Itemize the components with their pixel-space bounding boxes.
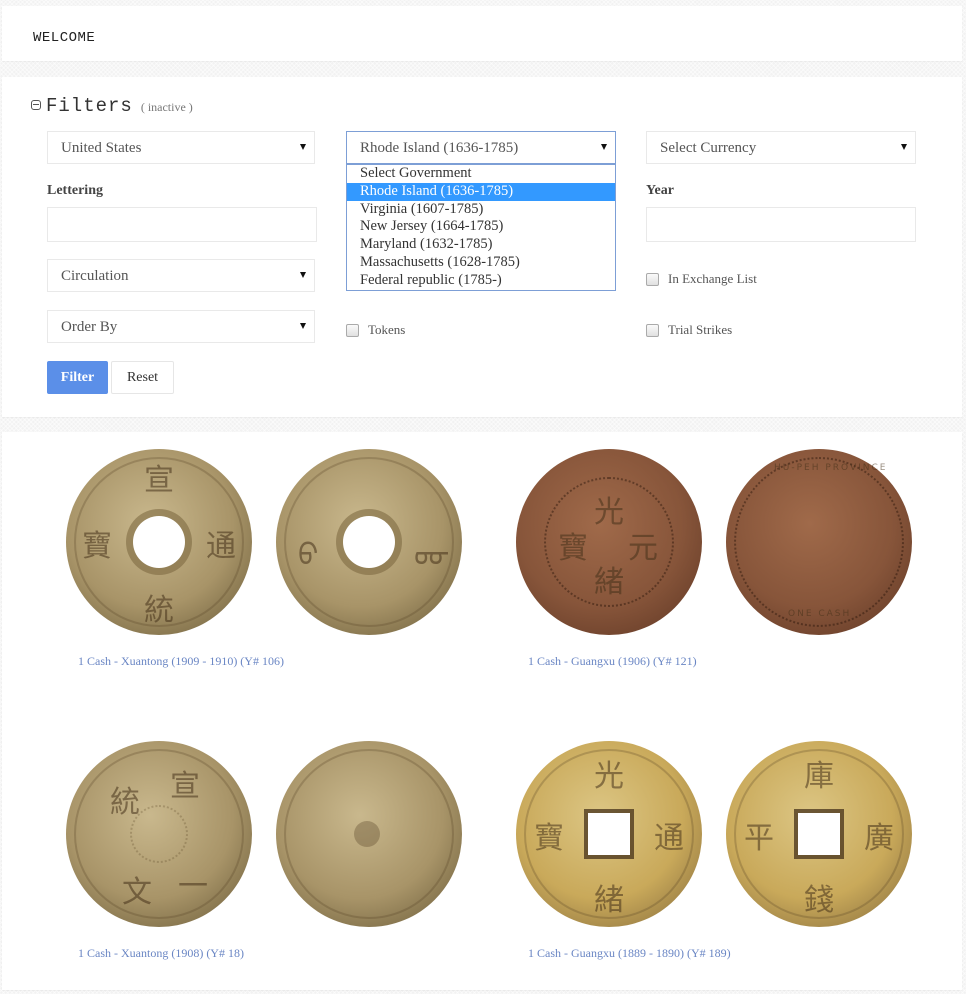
government-option[interactable]: Virginia (1607-1785) xyxy=(347,201,615,219)
filters-title: Filters xyxy=(46,95,133,117)
coin-character: 光 xyxy=(594,495,624,530)
coin-character: 統 xyxy=(110,785,140,820)
coin-title-link[interactable]: 1 Cash - Guangxu (1889 - 1890) (Y# 189) xyxy=(528,946,731,961)
coin-character: 光 xyxy=(594,759,624,794)
chevron-down-icon xyxy=(901,144,907,150)
government-option[interactable]: Massachusetts (1628-1785) xyxy=(347,254,615,272)
coin-character: 通 xyxy=(206,529,236,564)
lettering-input[interactable] xyxy=(47,207,317,242)
coin-obverse-image[interactable]: 宣 一 文 統 xyxy=(66,741,252,927)
coin-character: 文 xyxy=(122,875,152,910)
welcome-text: WELCOME xyxy=(33,30,96,46)
currency-select-value: Select Currency xyxy=(660,140,757,156)
exchange-list-label: In Exchange List xyxy=(668,271,757,286)
exchange-list-checkbox[interactable]: In Exchange List xyxy=(646,271,757,287)
collapse-icon[interactable] xyxy=(31,100,41,110)
circulation-select-value: Circulation xyxy=(61,268,129,284)
coin-card[interactable]: 光 通 緒 寶 庫 廣 錢 平 1 Cash - Guangxu (1889 -… xyxy=(502,724,922,960)
chevron-down-icon xyxy=(601,144,607,150)
year-label: Year xyxy=(646,183,674,198)
coin-obverse-image[interactable]: 光 通 緒 寶 xyxy=(516,741,702,927)
coin-character: 錢 xyxy=(804,883,834,918)
filters-status: ( inactive ) xyxy=(140,100,193,114)
lettering-label: Lettering xyxy=(47,183,103,198)
country-select[interactable]: United States xyxy=(47,131,315,164)
coin-legend: ONE CASH xyxy=(788,609,852,619)
checkbox-box[interactable] xyxy=(346,323,359,337)
government-option[interactable]: New Jersey (1664-1785) xyxy=(347,218,615,236)
government-option-selected[interactable]: Rhode Island (1636-1785) xyxy=(347,182,615,201)
filter-button[interactable]: Filter xyxy=(47,361,108,394)
coin-character: 寶 xyxy=(534,821,564,856)
welcome-panel: WELCOME xyxy=(2,6,962,61)
government-select-value: Rhode Island (1636-1785) xyxy=(360,140,519,156)
coin-character: ᠪ xyxy=(298,538,319,573)
coin-card[interactable]: 宣 一 文 統 1 Cash - Xuantong (1908) (Y# 18) xyxy=(52,724,472,960)
coin-character: 統 xyxy=(144,593,174,628)
coin-obverse-image[interactable]: 宣 通 統 寶 xyxy=(66,449,252,635)
coin-reverse-image[interactable]: 庫 廣 錢 平 xyxy=(726,741,912,927)
coin-reverse-image[interactable]: HU-PEH PROVINCE ONE CASH xyxy=(726,449,912,635)
checkbox-box[interactable] xyxy=(646,323,659,337)
coin-card[interactable]: 宣 通 統 寶 ᠪ ᡂ 1 Cash - Xuantong (1909 - 19… xyxy=(52,432,472,668)
tokens-label: Tokens xyxy=(368,322,406,337)
coin-hole xyxy=(588,813,630,855)
coin-hole xyxy=(133,516,185,568)
coin-character: 一 xyxy=(178,869,208,904)
government-select[interactable]: Rhode Island (1636-1785) xyxy=(346,131,616,164)
coin-character: 平 xyxy=(744,821,774,856)
coin-title-link[interactable]: 1 Cash - Xuantong (1908) (Y# 18) xyxy=(78,946,244,961)
coin-legend: HU-PEH PROVINCE xyxy=(774,463,888,473)
reset-button[interactable]: Reset xyxy=(111,361,174,394)
chevron-down-icon xyxy=(300,144,306,150)
coin-character: ᡂ xyxy=(414,538,450,573)
results-panel: 宣 通 統 寶 ᠪ ᡂ 1 Cash - Xuantong (1909 - 19… xyxy=(2,432,962,990)
chevron-down-icon xyxy=(300,272,306,278)
coin-character: 寶 xyxy=(82,529,112,564)
dragon-pearl xyxy=(354,821,380,847)
coin-hole xyxy=(343,516,395,568)
coin-character: 通 xyxy=(654,821,684,856)
tokens-checkbox[interactable]: Tokens xyxy=(346,322,405,338)
chevron-down-icon xyxy=(300,323,306,329)
trial-strikes-checkbox[interactable]: Trial Strikes xyxy=(646,322,732,338)
coin-character: 緒 xyxy=(594,883,624,918)
coin-character: 庫 xyxy=(804,759,834,794)
government-option[interactable]: Select Government xyxy=(347,165,615,183)
coin-character: 元 xyxy=(628,531,658,566)
year-input[interactable] xyxy=(646,207,916,242)
order-by-select[interactable]: Order By xyxy=(47,310,315,343)
coin-reverse-image[interactable]: ᠪ ᡂ xyxy=(276,449,462,635)
coin-title-link[interactable]: 1 Cash - Xuantong (1909 - 1910) (Y# 106) xyxy=(78,654,284,669)
order-by-select-value: Order By xyxy=(61,319,118,335)
government-option[interactable]: Maryland (1632-1785) xyxy=(347,236,615,254)
coin-title-link[interactable]: 1 Cash - Guangxu (1906) (Y# 121) xyxy=(528,654,697,669)
circulation-select[interactable]: Circulation xyxy=(47,259,315,292)
country-select-value: United States xyxy=(61,140,142,156)
trial-strikes-label: Trial Strikes xyxy=(668,322,733,337)
coin-character: 緒 xyxy=(594,565,624,600)
government-option[interactable]: Federal republic (1785-) xyxy=(347,272,615,290)
coin-card[interactable]: 光 元 緒 寶 HU-PEH PROVINCE ONE CASH 1 Cash … xyxy=(502,432,922,668)
coin-hole xyxy=(798,813,840,855)
coin-reverse-image[interactable] xyxy=(276,741,462,927)
coin-character: 宣 xyxy=(170,769,200,804)
government-dropdown-list[interactable]: Select Government Rhode Island (1636-178… xyxy=(346,164,616,291)
checkbox-box[interactable] xyxy=(646,272,659,286)
coin-obverse-image[interactable]: 光 元 緒 寶 xyxy=(516,449,702,635)
filters-header[interactable]: Filters ( inactive ) xyxy=(31,95,193,117)
coin-character: 廣 xyxy=(864,821,894,856)
currency-select[interactable]: Select Currency xyxy=(646,131,916,164)
coin-character: 宣 xyxy=(144,463,174,498)
coin-character: 寶 xyxy=(558,531,588,566)
